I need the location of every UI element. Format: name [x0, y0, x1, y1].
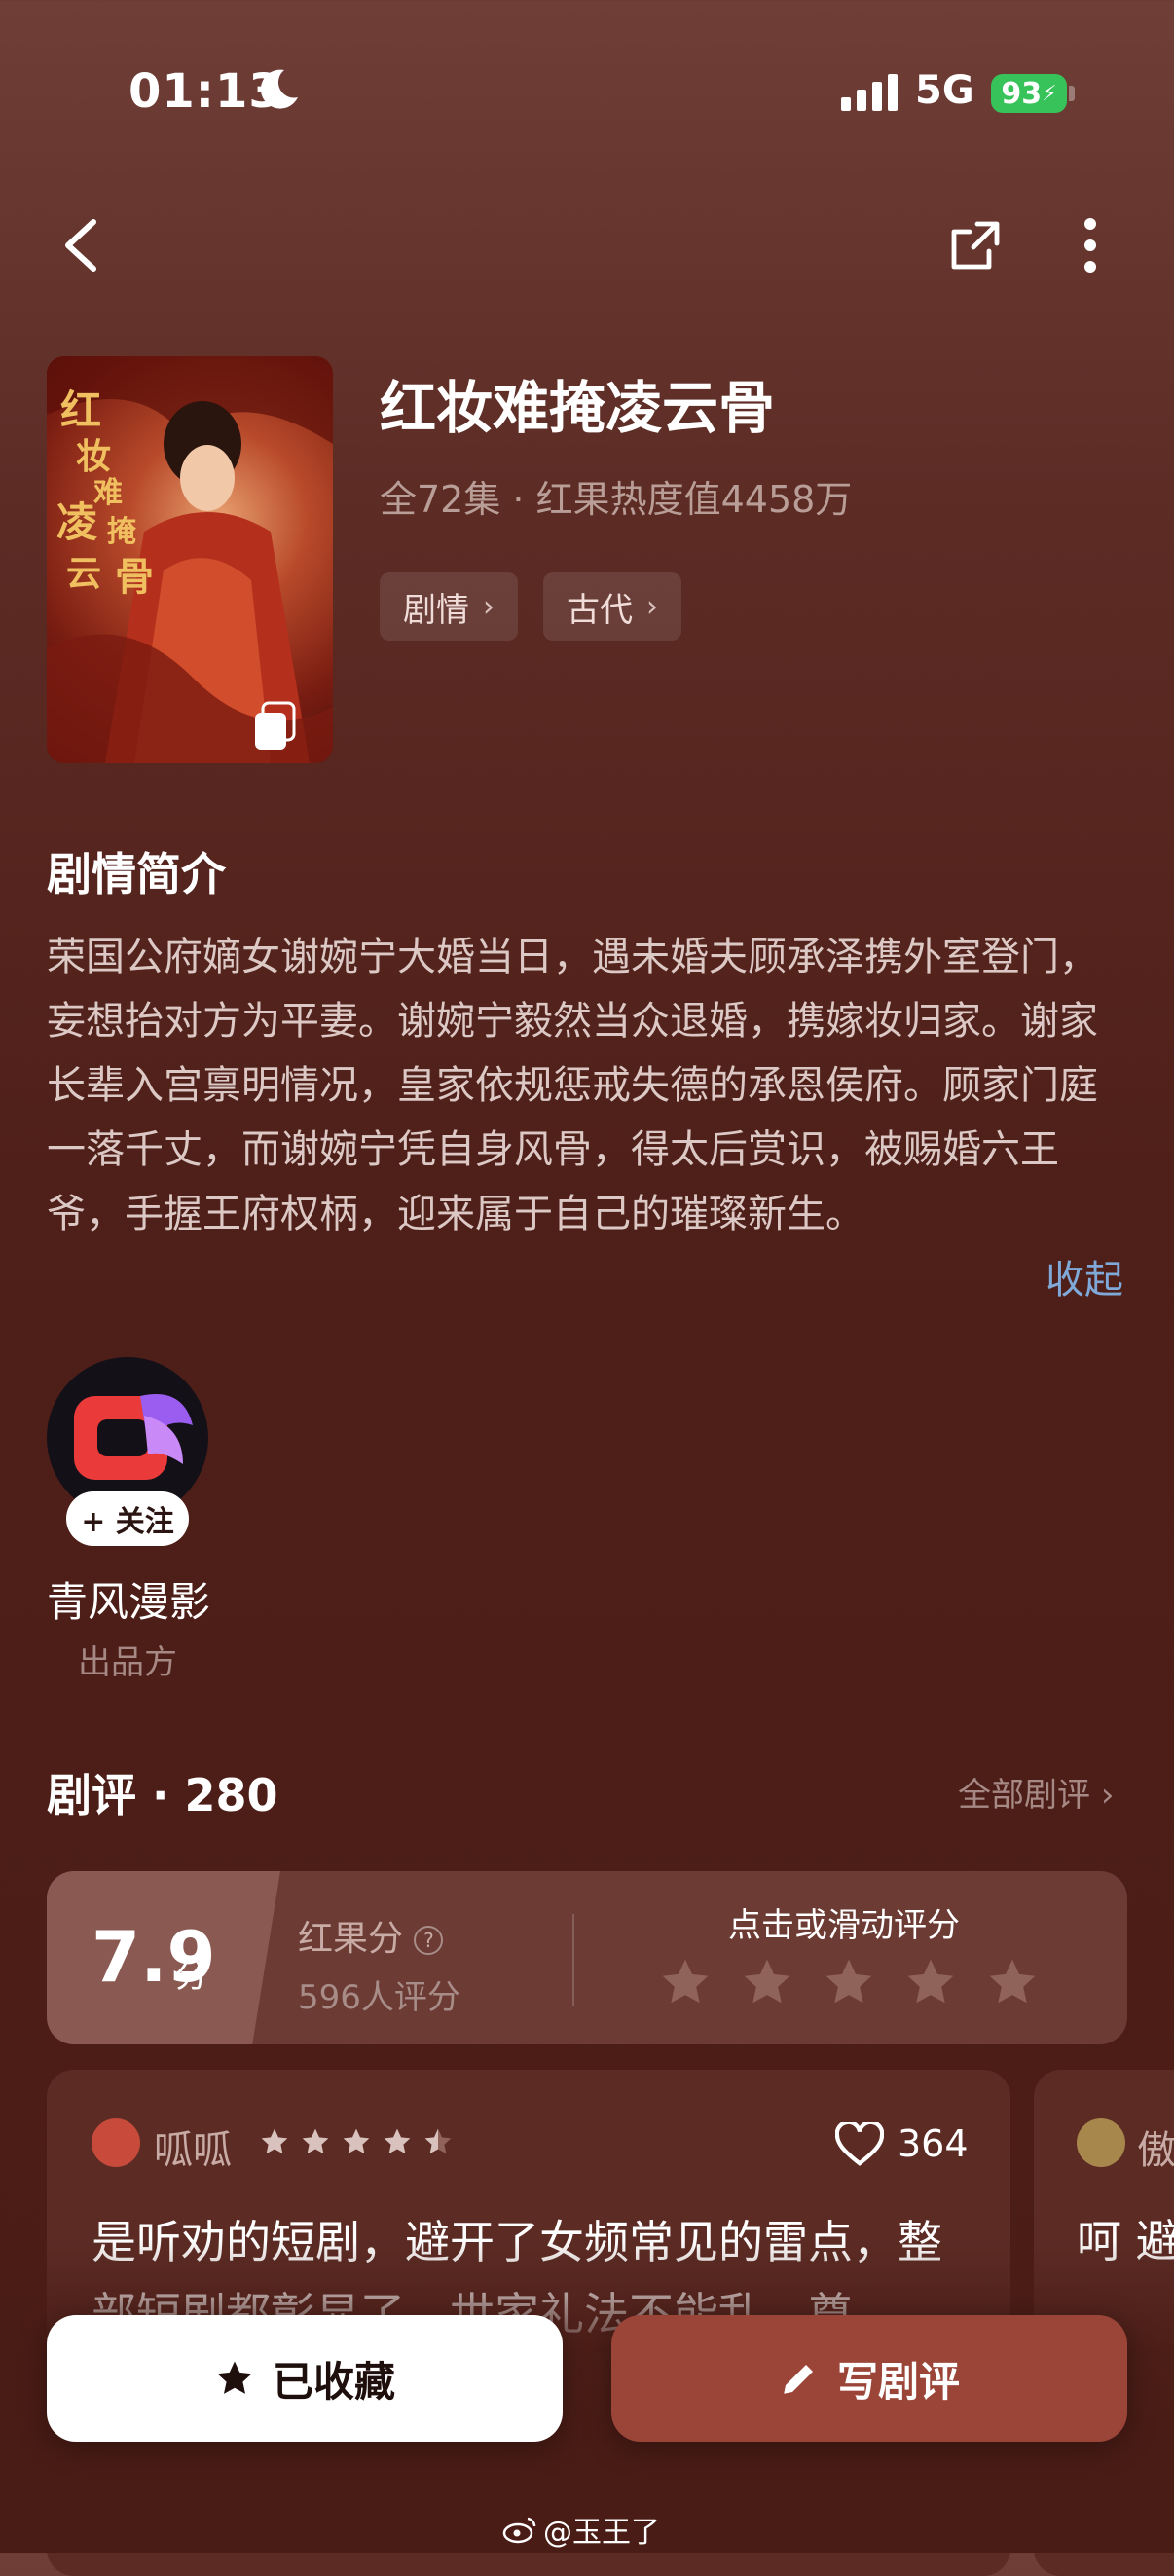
help-icon[interactable]: ? — [414, 1926, 444, 1955]
review-stars — [259, 2126, 454, 2157]
star-icon — [302, 2128, 329, 2154]
reviewer-name: 呱呱 — [154, 2128, 232, 2173]
star-icon — [384, 2128, 411, 2154]
like-count: 364 — [898, 2122, 969, 2165]
share-icon[interactable] — [946, 216, 1005, 275]
score-unit: 分 — [175, 1957, 208, 1996]
collected-label: 已收藏 — [272, 2357, 395, 2406]
write-review-label: 写剧评 — [836, 2357, 960, 2406]
tag-label: 古代 — [567, 590, 633, 630]
battery-level: 93 — [1001, 76, 1043, 111]
watermark-text: @玉王了 — [543, 2516, 660, 2550]
back-icon[interactable] — [58, 216, 105, 275]
battery-icon: 93 ⚡ — [991, 74, 1067, 113]
star-icon[interactable] — [658, 1955, 713, 2009]
svg-text:掩: 掩 — [107, 515, 137, 549]
drama-title: 红妆难掩凌云骨 — [380, 375, 776, 441]
tag-label: 剧情 — [403, 590, 469, 630]
publisher-role: 出品方 — [78, 1643, 177, 1682]
rate-hint: 点击或滑动评分 — [728, 1906, 960, 1945]
chevron-right-icon: › — [646, 589, 658, 624]
divider — [572, 1914, 574, 2006]
moon-icon — [260, 69, 298, 109]
reviewer-avatar — [92, 2118, 140, 2167]
star-icon[interactable] — [903, 1955, 958, 2009]
svg-text:骨: 骨 — [115, 554, 154, 600]
star-icon — [261, 2128, 288, 2154]
star-icon[interactable] — [740, 1955, 794, 2009]
watermark: @玉王了 — [502, 2508, 660, 2551]
chevron-right-icon: › — [1100, 1776, 1115, 1815]
score-label: 红果分 ? — [298, 1910, 444, 1961]
svg-text:红: 红 — [60, 386, 101, 434]
tag-genre[interactable]: 剧情 › — [380, 572, 518, 641]
pencil-icon — [784, 2365, 813, 2394]
score-card: 7.9 分 红果分 ? 596人评分 点击或滑动评分 — [47, 1871, 1127, 2044]
star-icon[interactable] — [822, 1955, 876, 2009]
reviewer-name: 傲 — [1137, 2128, 1174, 2173]
star-icon — [343, 2128, 370, 2154]
collected-button[interactable]: 已收藏 — [47, 2315, 563, 2442]
battery-cap — [1069, 86, 1075, 101]
reviews-heading: 剧评 · 280 — [47, 1769, 278, 1822]
half-star-icon — [424, 2128, 452, 2154]
chevron-right-icon: › — [483, 589, 495, 624]
collapse-link[interactable]: 收起 — [1046, 1248, 1123, 1305]
write-review-button[interactable]: 写剧评 — [611, 2315, 1127, 2442]
synopsis-heading: 剧情简介 — [47, 848, 226, 901]
star-icon[interactable] — [985, 1955, 1040, 2009]
svg-text:云: 云 — [66, 553, 101, 594]
weibo-icon — [502, 2517, 536, 2544]
network-label: 5G — [915, 68, 974, 113]
star-icon — [217, 2361, 252, 2394]
drama-poster[interactable]: 红 妆 难 凌 掩 云 骨 — [47, 356, 333, 763]
reviewer-avatar — [1077, 2118, 1125, 2167]
all-reviews-link[interactable]: 全部剧评 › — [958, 1768, 1114, 1816]
synopsis-text: 荣国公府嫡女谢婉宁大婚当日，遇未婚夫顾承泽携外室登门，妄想抬对方为平妻。谢婉宁毅… — [47, 935, 1098, 1236]
more-icon[interactable] — [1071, 214, 1110, 276]
all-reviews-label: 全部剧评 — [958, 1776, 1090, 1815]
drama-meta: 全72集 · 红果热度值4458万 — [380, 478, 853, 521]
tag-era[interactable]: 古代 › — [543, 572, 681, 641]
rating-count: 596人评分 — [298, 1978, 460, 2017]
score-label-text: 红果分 — [298, 1919, 404, 1959]
heart-icon[interactable] — [835, 2122, 884, 2167]
rating-stars[interactable] — [658, 1955, 1040, 2009]
svg-text:凌: 凌 — [56, 498, 97, 546]
svg-text:妆: 妆 — [76, 436, 111, 477]
signal-icon — [841, 74, 898, 111]
follow-button[interactable]: + 关注 — [66, 1491, 189, 1546]
publisher-name[interactable]: 青风漫影 — [47, 1569, 210, 1629]
poster-art: 红 妆 难 凌 掩 云 骨 — [47, 356, 333, 763]
